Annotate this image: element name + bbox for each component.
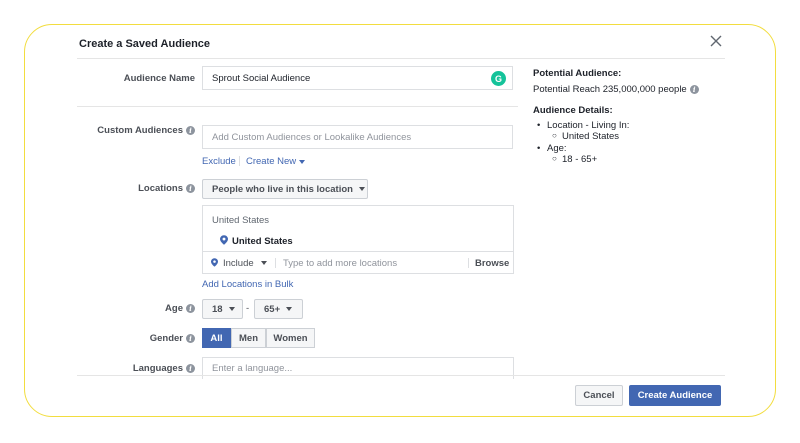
detail-location-value: United States [562,131,620,142]
potential-audience-title: Potential Audience: [533,68,622,79]
gender-option-men[interactable]: Men [231,328,266,348]
age-max-dropdown[interactable]: 65+ [254,299,303,319]
location-pin-icon [211,258,218,267]
languages-label: Languages i [79,360,195,376]
dialog-title: Create a Saved Audience [79,38,211,50]
browse-separator [468,258,469,268]
add-locations-bulk-link[interactable]: Add Locations in Bulk [202,279,293,290]
gender-option-all[interactable]: All [202,328,231,348]
detail-age-item: Age: [547,143,567,154]
detail-bullet: • [537,143,541,154]
chevron-down-icon [228,307,235,311]
create-audience-button[interactable]: Create Audience [629,385,721,406]
section-divider [77,106,518,107]
title-divider [77,58,725,59]
location-group-header: United States [212,215,270,226]
age-label: Age i [79,300,195,316]
chevron-down-icon [260,261,267,265]
chevron-down-icon [358,187,365,191]
cancel-button[interactable]: Cancel [575,385,623,406]
exclude-link[interactable]: Exclude [202,156,236,167]
create-new-link[interactable]: Create New [246,156,306,167]
gender-label: Gender i [79,330,195,346]
footer-divider [77,375,725,376]
audience-name-input[interactable]: Sprout Social Audience [202,66,513,90]
chevron-down-icon [299,159,306,164]
include-dropdown[interactable]: Include [223,252,267,274]
location-search-row: Include Type to add more locations Brows… [203,251,513,273]
selected-location: United States [232,236,293,247]
info-icon[interactable]: i [186,183,195,193]
detail-location-item: Location - Living In: [547,120,630,131]
locations-label: Locations i [79,180,195,196]
custom-audiences-placeholder: Add Custom Audiences or Lookalike Audien… [212,131,412,143]
info-icon[interactable]: i [186,363,195,373]
detail-bullet: • [537,120,541,131]
chevron-down-icon [286,307,293,311]
audience-name-label: Audience Name [123,72,195,84]
audience-details-title: Audience Details: [533,105,613,116]
location-box: United States United States Include Type… [202,205,514,274]
grammarly-icon[interactable]: G [491,71,506,86]
info-icon[interactable]: i [689,85,699,94]
detail-sub-bullet: ○ [552,154,557,163]
languages-placeholder: Enter a language... [212,363,293,374]
info-icon[interactable]: i [186,333,195,343]
detail-sub-bullet: ○ [552,131,557,140]
location-pin-icon [220,235,228,245]
detail-age-value: 18 - 65+ [562,154,598,165]
audience-name-value: Sprout Social Audience [212,72,311,84]
location-search-input[interactable]: Type to add more locations [283,252,397,274]
age-range-dash: - [246,303,250,314]
custom-audiences-label: Custom Audiences i [79,122,195,138]
gender-option-women[interactable]: Women [266,328,315,348]
location-mode-dropdown[interactable]: People who live in this location [202,179,368,199]
potential-reach: Potential Reach 235,000,000 people i [533,84,699,95]
dialog-frame: Create a Saved Audience Audience Name Sp… [24,24,776,417]
include-separator [275,258,276,268]
close-icon[interactable] [709,34,723,48]
custom-audiences-input[interactable]: Add Custom Audiences or Lookalike Audien… [202,125,513,149]
info-icon[interactable]: i [186,303,195,313]
link-separator [239,156,240,166]
browse-button[interactable]: Browse [475,252,509,274]
info-icon[interactable]: i [186,125,195,135]
age-min-dropdown[interactable]: 18 [202,299,243,319]
